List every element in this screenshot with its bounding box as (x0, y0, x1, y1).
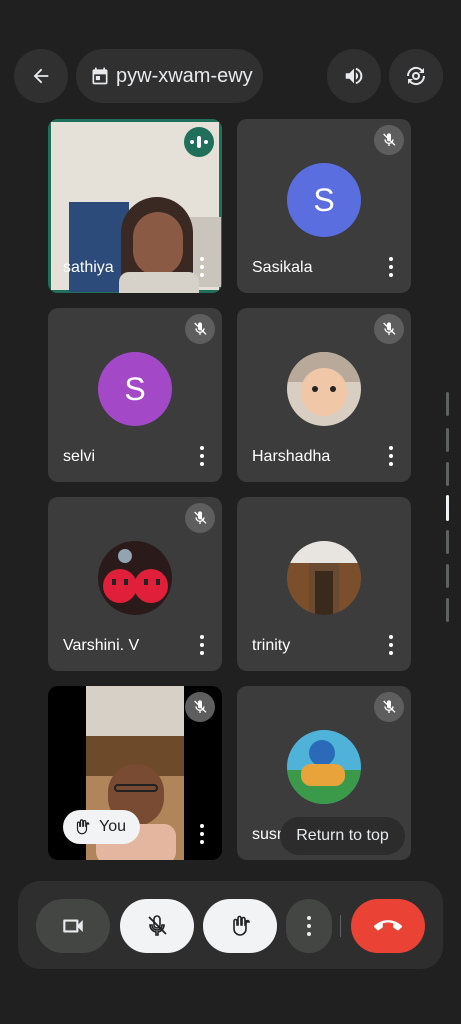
avatar (287, 730, 361, 804)
participant-tile[interactable]: S selvi (48, 308, 222, 482)
more-options-icon[interactable] (199, 446, 205, 466)
more-options-icon[interactable] (388, 635, 394, 655)
divider (340, 915, 341, 937)
calendar-icon (92, 67, 108, 85)
more-vert-icon (306, 916, 312, 936)
more-options-icon[interactable] (199, 257, 205, 277)
participant-name: sathiya (63, 259, 114, 276)
participant-name: Sasikala (252, 259, 313, 276)
mic-off-icon (374, 314, 404, 344)
more-options-icon[interactable] (199, 635, 205, 655)
audio-output-button[interactable] (327, 49, 381, 103)
mic-off-icon (148, 915, 167, 936)
more-options-icon[interactable] (388, 257, 394, 277)
mic-off-icon (185, 314, 215, 344)
participant-tile[interactable]: S Sasikala (237, 119, 411, 293)
avatar (287, 352, 361, 426)
raise-hand-button[interactable] (203, 899, 277, 953)
participant-name: Harshadha (252, 448, 331, 465)
back-button[interactable] (14, 49, 68, 103)
hand-icon (76, 819, 90, 835)
arrow-back-icon (33, 68, 49, 84)
meeting-code: pyw-xwam-ewy (116, 64, 253, 87)
switch-camera-icon (406, 66, 426, 86)
avatar: S (287, 163, 361, 237)
self-label: You (99, 818, 126, 835)
participant-name: selvi (63, 448, 96, 465)
microphone-button[interactable] (120, 899, 194, 953)
hand-icon (233, 915, 250, 936)
participant-name: trinity (252, 637, 291, 654)
raised-hand-chip: You (63, 810, 140, 844)
mic-off-icon (185, 692, 215, 722)
mic-off-icon (185, 503, 215, 533)
meeting-info-chip[interactable]: pyw-xwam-ewy (76, 49, 263, 103)
avatar (287, 541, 361, 615)
camera-button[interactable] (36, 899, 110, 953)
more-options-button[interactable] (286, 899, 332, 953)
mic-off-icon (374, 692, 404, 722)
more-options-icon[interactable] (199, 824, 205, 844)
participant-tile[interactable]: Harshadha (237, 308, 411, 482)
end-call-button[interactable] (351, 899, 425, 953)
return-to-top-button[interactable]: Return to top (280, 817, 405, 855)
participant-tile[interactable]: You (48, 686, 222, 860)
avatar: S (98, 352, 172, 426)
participant-tile[interactable]: Varshini. V (48, 497, 222, 671)
participant-tile[interactable]: trinity (237, 497, 411, 671)
avatar (98, 541, 172, 615)
participant-tile[interactable]: sathiya (48, 119, 222, 293)
more-options-icon[interactable] (388, 446, 394, 466)
speaker-icon (345, 67, 363, 85)
mic-off-icon (374, 125, 404, 155)
video-camera-icon (63, 919, 83, 933)
switch-camera-button[interactable] (389, 49, 443, 103)
call-controls-bar (18, 881, 443, 969)
hang-up-icon (374, 920, 402, 931)
participant-name: Varshini. V (63, 637, 140, 654)
speaking-indicator-icon (184, 127, 214, 157)
